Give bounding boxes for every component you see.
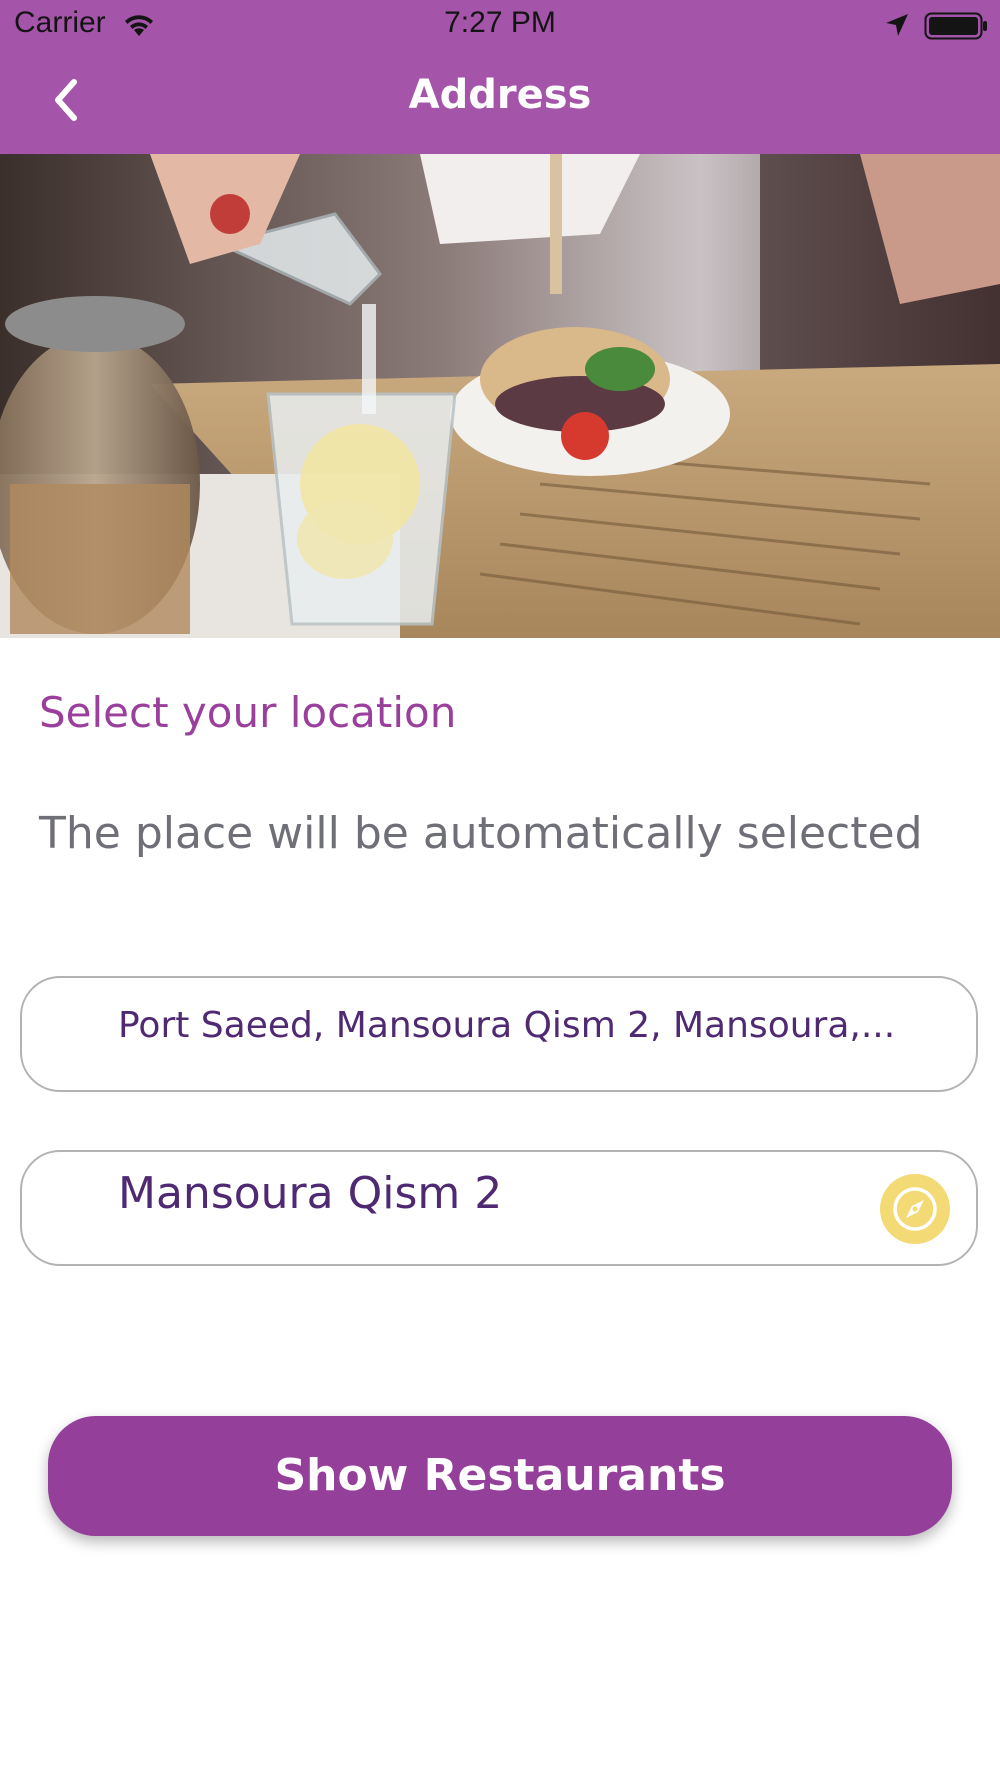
restaurant-table-photo [0,154,1000,638]
area-value: Mansoura Qism 2 [118,1168,503,1219]
compass-icon [893,1187,937,1231]
address-value: Port Saeed, Mansoura Qism 2, Mansoura,..… [118,1005,896,1046]
hero-image [0,154,1000,638]
page-title: Address [408,72,592,118]
address-field[interactable]: Port Saeed, Mansoura Qism 2, Mansoura,..… [20,976,978,1092]
area-field[interactable]: Mansoura Qism 2 [20,1150,978,1266]
top-bar: Carrier 7:27 PM Address [0,0,1000,154]
address-screen: Carrier 7:27 PM Address Select your loca… [0,0,1000,1778]
auto-select-hint: The place will be automatically selected [39,808,923,859]
status-time: 7:27 PM [444,6,556,39]
location-arrow-icon [884,12,910,38]
show-restaurants-button[interactable]: Show Restaurants [48,1416,952,1536]
locate-button[interactable] [880,1174,950,1244]
battery-icon [924,12,988,40]
select-location-heading: Select your location [39,688,457,737]
